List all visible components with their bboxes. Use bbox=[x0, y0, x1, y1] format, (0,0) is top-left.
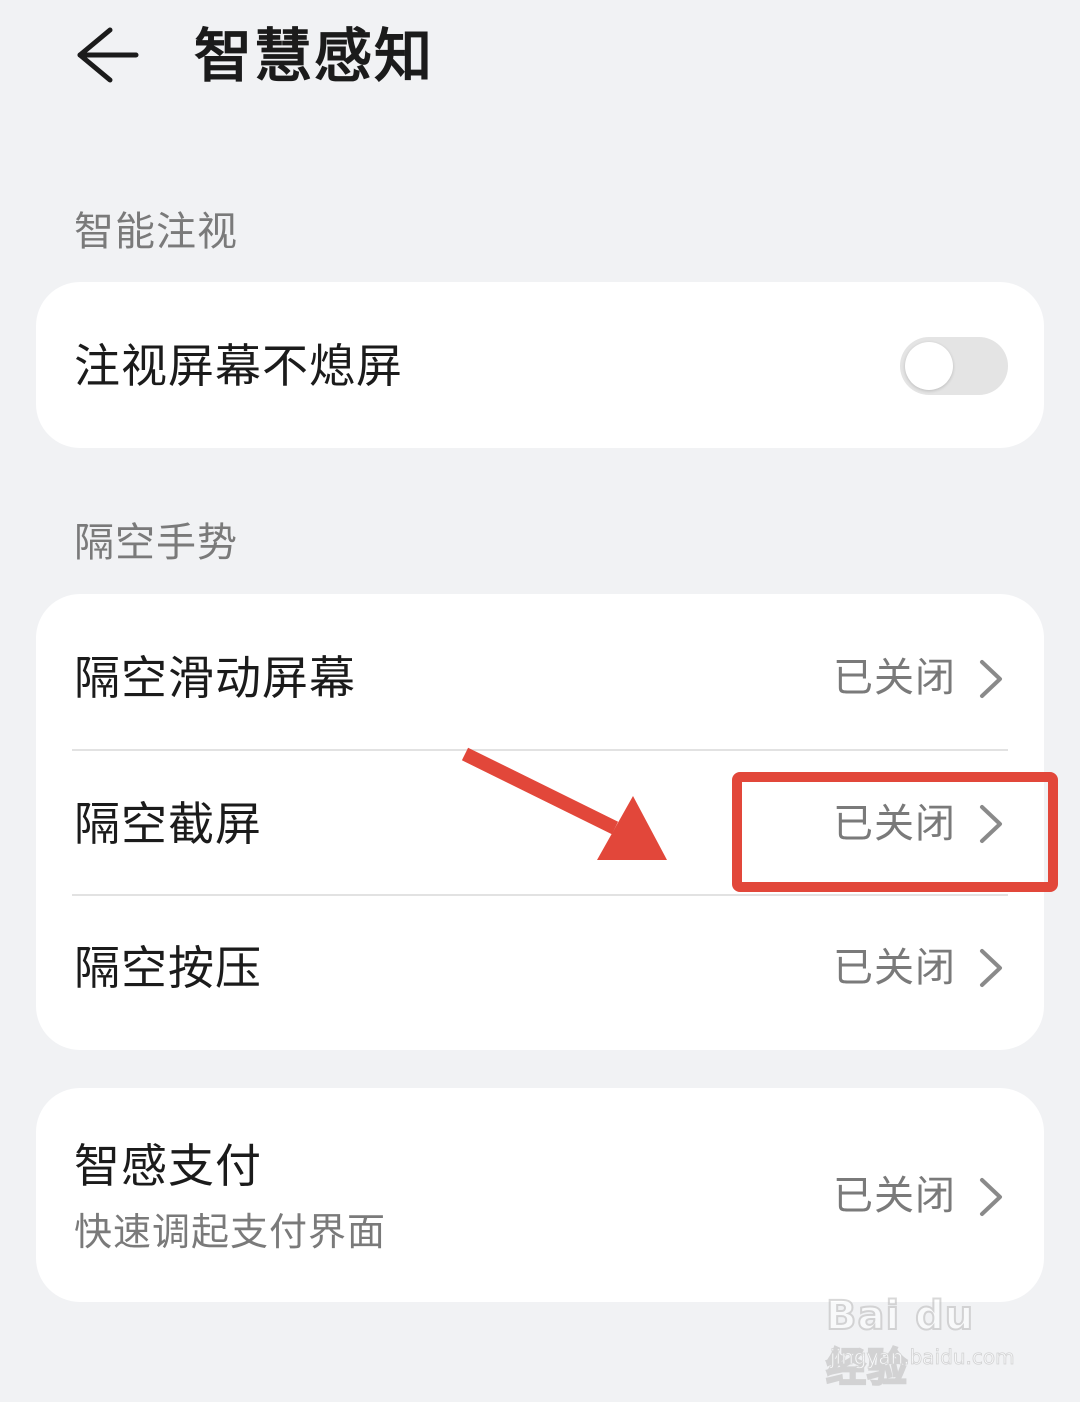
chevron-right-icon bbox=[980, 949, 1002, 987]
arrow-left-icon bbox=[77, 27, 139, 83]
row-title: 注视屏幕不熄屏 bbox=[74, 339, 403, 393]
section-label-air-gesture: 隔空手势 bbox=[74, 520, 238, 566]
row-title: 隔空滑动屏幕 bbox=[74, 651, 356, 705]
chevron-right-icon bbox=[980, 1178, 1002, 1216]
chevron-right-icon bbox=[980, 660, 1002, 698]
row-status: 已关闭 bbox=[833, 1173, 956, 1219]
watermark-url: jingyan.baidu.com bbox=[830, 1345, 1015, 1370]
watermark: Bai du 经验 jingyan.baidu.com bbox=[825, 1290, 1026, 1392]
row-smart-pay[interactable]: 智感支付 快速调起支付界面 已关闭 bbox=[36, 1088, 1044, 1302]
row-gaze-keep-screen-on[interactable]: 注视屏幕不熄屏 bbox=[36, 282, 1044, 448]
row-status: 已关闭 bbox=[833, 655, 956, 701]
gaze-keep-screen-on-toggle[interactable] bbox=[900, 337, 1008, 395]
row-status: 已关闭 bbox=[833, 945, 956, 991]
watermark-logo: Bai du 经验 bbox=[825, 1292, 975, 1392]
annotation-highlight-box bbox=[732, 772, 1058, 892]
row-subtitle: 快速调起支付界面 bbox=[74, 1210, 387, 1254]
toggle-knob bbox=[905, 342, 953, 390]
row-title: 智感支付 bbox=[74, 1139, 262, 1193]
row-title: 隔空按压 bbox=[74, 941, 262, 995]
row-air-press[interactable]: 隔空按压 已关闭 bbox=[36, 896, 1044, 1050]
row-air-swipe[interactable]: 隔空滑动屏幕 已关闭 bbox=[36, 594, 1044, 749]
page-title: 智慧感知 bbox=[194, 22, 435, 90]
back-button[interactable] bbox=[70, 22, 146, 88]
card-smart-pay: 智感支付 快速调起支付界面 已关闭 bbox=[36, 1088, 1044, 1302]
section-label-smart-gaze: 智能注视 bbox=[74, 209, 238, 255]
card-smart-gaze: 注视屏幕不熄屏 bbox=[36, 282, 1044, 448]
annotation-arrow-icon bbox=[461, 747, 667, 860]
app-header: 智慧感知 bbox=[0, 0, 1080, 120]
row-title: 隔空截屏 bbox=[74, 797, 262, 851]
